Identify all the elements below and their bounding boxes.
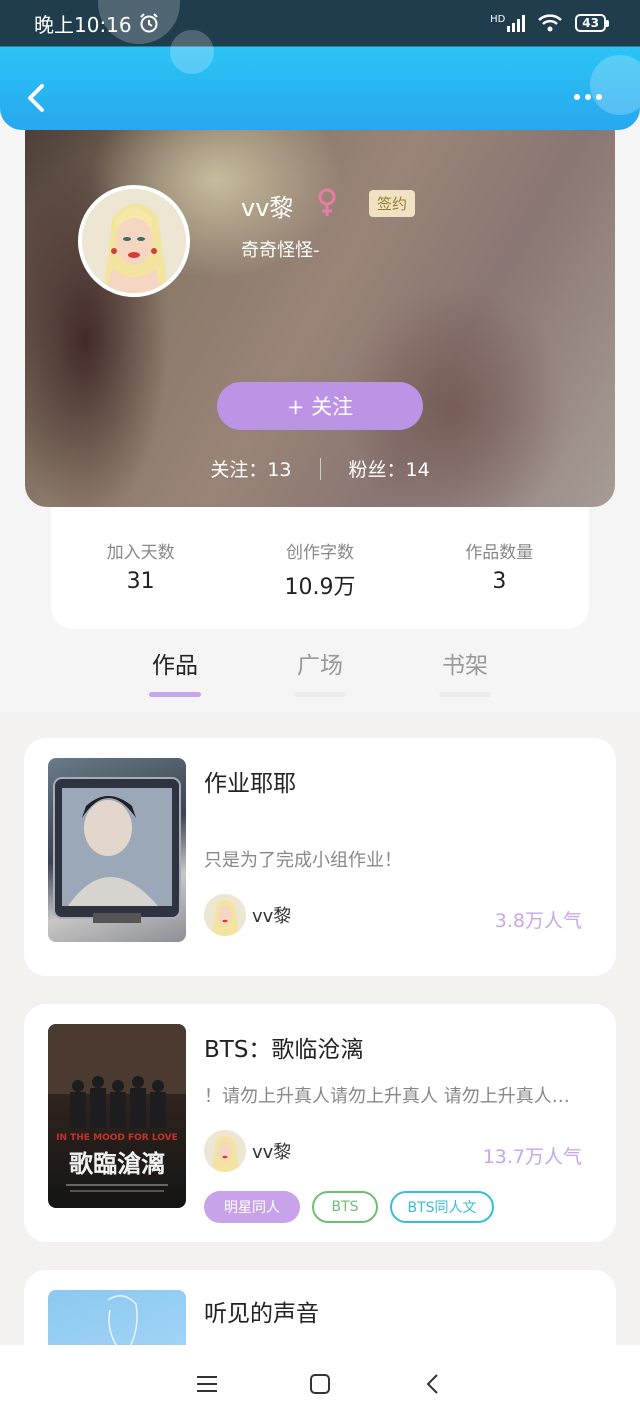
tab-indicator [149, 692, 201, 697]
follow-button[interactable]: + 关注 [217, 382, 423, 430]
work-popularity: 3.8万人气 [494, 910, 582, 932]
stat-word-count: 创作字数 10.9万 [230, 538, 409, 629]
profile-card: vv黎 签约 奇奇怪怪- + 关注 关注：13 粉丝：14 [25, 110, 615, 507]
user-name: vv黎 [241, 194, 294, 222]
cover-image [53, 777, 181, 923]
more-options-button[interactable] [574, 82, 610, 112]
tab-indicator [294, 692, 346, 697]
alarm-icon [139, 13, 158, 33]
work-author[interactable]: vv黎 [204, 894, 291, 936]
signal-icon: HD [490, 14, 526, 32]
tab-indicator [439, 692, 491, 697]
signed-badge: 签约 [369, 190, 416, 217]
author-avatar [204, 1130, 246, 1172]
stat-value: 31 [126, 569, 155, 594]
status-icons: HD 43 [490, 13, 609, 33]
cover-tagline: IN THE MOOD FOR LOVE [56, 1133, 178, 1143]
work-popularity: 13.7万人气 [482, 1146, 582, 1168]
back-button[interactable] [22, 78, 52, 118]
work-cover [48, 758, 186, 942]
wifi-icon [538, 14, 563, 32]
work-title: 听见的声音 [204, 1301, 319, 1327]
chevron-left-icon [28, 84, 44, 112]
work-cover: IN THE MOOD FOR LOVE 歌臨滄漓 [48, 1024, 186, 1208]
tab-bar: 作品 广场 书架 [0, 640, 640, 700]
battery-icon: 43 [575, 14, 609, 32]
work-card[interactable]: 作业耶耶 只是为了完成小组作业！ vv黎 3.8万人气 [24, 738, 616, 976]
stat-label: 加入天数 [106, 543, 175, 563]
cover-title: 歌臨滄漓 [69, 1149, 165, 1178]
nav-bar [0, 60, 640, 130]
work-description: ！请勿上升真人请勿上升真人 请勿上升真人请勿上升真人 [204, 1086, 586, 1107]
system-back-button[interactable] [418, 1369, 448, 1399]
following-count[interactable]: 关注：13 [210, 455, 291, 482]
work-card[interactable]: IN THE MOOD FOR LOVE 歌臨滄漓 BTS：歌临沧漓 ！请勿上升… [24, 1004, 616, 1242]
stats-card: 加入天数 31 创作字数 10.9万 作品数量 3 [51, 490, 589, 629]
tag-chip[interactable]: BTS [312, 1191, 378, 1223]
author-avatar [204, 894, 246, 936]
author-name: vv黎 [252, 1142, 292, 1163]
cover-image: IN THE MOOD FOR LOVE 歌臨滄漓 [48, 1024, 186, 1192]
network-label: HD [490, 14, 506, 25]
work-title: BTS：歌临沧漓 [204, 1037, 364, 1063]
user-bio: 奇奇怪怪- [241, 240, 320, 261]
follow-stats: 关注：13 粉丝：14 [25, 455, 615, 482]
work-author[interactable]: vv黎 [204, 1130, 291, 1172]
tag-chip[interactable]: 明星同人 [204, 1191, 300, 1223]
tab-square[interactable]: 广场 [280, 646, 360, 697]
tag-chip[interactable]: BTS同人文 [390, 1191, 494, 1223]
work-title: 作业耶耶 [204, 771, 296, 797]
avatar[interactable] [78, 185, 190, 297]
home-square-icon [309, 1373, 330, 1394]
chevron-left-icon [426, 1373, 439, 1394]
status-time: 晚上10:16 [34, 9, 160, 38]
tab-works[interactable]: 作品 [135, 646, 215, 697]
work-description: 只是为了完成小组作业！ [204, 850, 402, 871]
stat-label: 作品数量 [465, 543, 534, 563]
stat-join-days: 加入天数 31 [51, 538, 230, 629]
stat-works-count: 作品数量 3 [410, 538, 589, 629]
stat-label: 创作字数 [285, 543, 354, 563]
menu-icon [196, 1375, 217, 1392]
divider [319, 457, 321, 480]
female-icon [318, 188, 336, 216]
menu-button[interactable] [192, 1369, 222, 1399]
stat-value: 10.9万 [284, 575, 356, 600]
tab-label: 广场 [297, 653, 343, 679]
tab-bookshelf[interactable]: 书架 [425, 646, 505, 697]
stat-value: 3 [492, 569, 507, 594]
home-button[interactable] [305, 1369, 335, 1399]
system-nav-bar [0, 1345, 640, 1422]
author-name: vv黎 [252, 906, 292, 927]
status-bar: 晚上10:16 HD 43 [0, 0, 640, 46]
avatar-illustration [82, 189, 186, 293]
tab-label: 作品 [152, 653, 198, 679]
time-text: 晚上10:16 [34, 12, 132, 37]
tab-label: 书架 [442, 653, 488, 679]
fans-count[interactable]: 粉丝：14 [349, 455, 430, 482]
